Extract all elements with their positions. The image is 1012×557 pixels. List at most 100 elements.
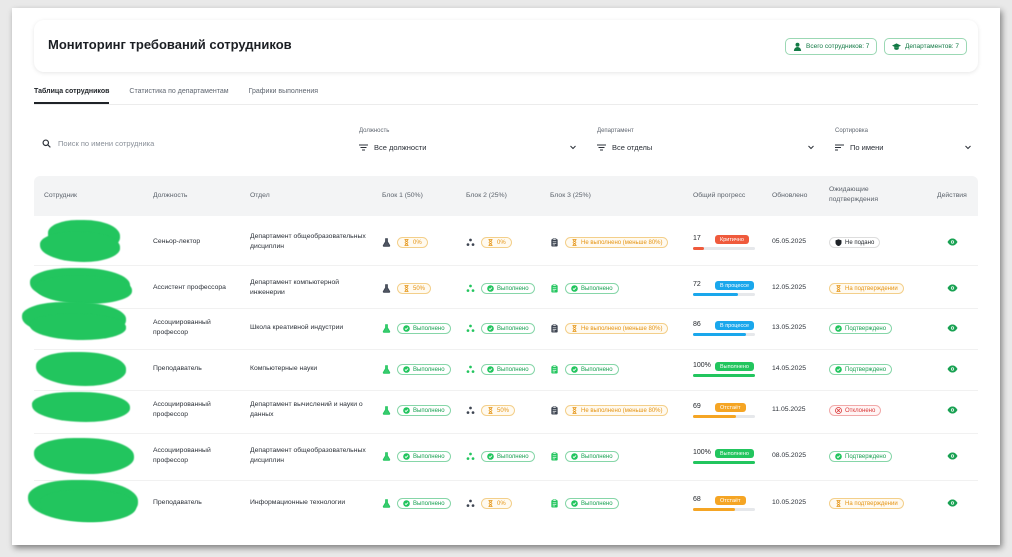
position-cell: Сеньор-лектор	[153, 238, 201, 245]
molecule-icon	[466, 238, 475, 246]
status-badge: Выполнено	[397, 364, 451, 375]
hourglass-icon	[836, 285, 841, 292]
clipboard-icon	[551, 284, 558, 293]
status-badge: Выполнено	[481, 283, 535, 294]
pending-cell: Отклонено	[829, 405, 882, 416]
block3-cell: Не выполнено (меньше 80%)	[550, 405, 669, 416]
tab-employees-table[interactable]: Таблица сотрудников	[34, 84, 110, 104]
status-text: 0%	[497, 500, 506, 507]
department-filter-select[interactable]: Все отделы	[597, 140, 815, 154]
departments-chip[interactable]: Департаментов: 7	[884, 38, 968, 55]
hourglass-icon	[572, 239, 577, 246]
pending-cell: Подтверждено	[829, 451, 893, 462]
status-badge: Не выполнено (меньше 80%)	[565, 405, 669, 416]
departments-label: Департаментов: 7	[905, 43, 960, 50]
progress-fill	[693, 333, 747, 336]
total-employees-chip[interactable]: Всего сотрудников: 7	[785, 38, 878, 55]
filter-lines-icon	[359, 144, 368, 150]
check-circle-icon	[403, 407, 410, 414]
eye-icon[interactable]	[947, 284, 958, 292]
clipboard-icon	[551, 499, 558, 508]
pending-cell: Не подано	[829, 237, 881, 248]
row-divider	[34, 308, 978, 309]
eye-icon[interactable]	[947, 406, 958, 414]
tab-bar: Таблица сотрудников Статистика по департ…	[34, 84, 338, 104]
status-text: Выполнено	[413, 366, 445, 373]
hourglass-icon	[572, 325, 577, 332]
chevron-down-icon	[965, 145, 971, 150]
updated-cell: 13.05.2025	[772, 324, 807, 331]
block2-cell: 50%	[466, 405, 516, 416]
search-icon	[42, 139, 51, 148]
flask-icon	[382, 452, 391, 461]
status-text: Не выполнено (меньше 80%)	[581, 239, 663, 246]
graduation-cap-icon	[892, 43, 901, 50]
pending-cell: На подтверждении	[829, 283, 904, 294]
status-badge: Выполнено	[565, 498, 619, 509]
status-text: Не подано	[845, 239, 875, 246]
progress-fill	[693, 247, 704, 250]
col-pending[interactable]: Ожидающие подтверждения	[829, 185, 899, 205]
col-block2[interactable]: Блок 2 (25%)	[466, 191, 507, 201]
col-position[interactable]: Должность	[153, 191, 187, 201]
status-badge: На подтверждении	[829, 498, 904, 509]
eye-icon[interactable]	[947, 365, 958, 373]
status-text: Выполнено	[413, 407, 445, 414]
pending-cell: На подтверждении	[829, 498, 904, 509]
row-divider	[34, 349, 978, 350]
eye-icon[interactable]	[947, 324, 958, 332]
block2-cell: Выполнено	[466, 364, 535, 375]
sort-select[interactable]: По имени	[835, 140, 972, 154]
molecule-icon	[466, 365, 475, 373]
eye-icon[interactable]	[947, 499, 958, 507]
block2-cell: Выполнено	[466, 283, 535, 294]
block2-cell: Выполнено	[466, 451, 535, 462]
eye-icon[interactable]	[947, 452, 958, 460]
block2-cell: Выполнено	[466, 323, 535, 334]
eye-icon[interactable]	[947, 238, 958, 246]
pending-cell: Подтверждено	[829, 323, 893, 334]
clipboard-icon	[551, 238, 558, 247]
status-badge: Выполнено	[565, 451, 619, 462]
col-progress[interactable]: Общий прогресс	[693, 191, 745, 201]
block1-cell: 0%	[382, 237, 428, 248]
updated-cell: 11.05.2025	[772, 406, 806, 413]
col-department[interactable]: Отдел	[250, 191, 270, 201]
search-placeholder: Поиск по имени сотрудника	[58, 139, 155, 148]
col-actions[interactable]: Действия	[937, 191, 967, 201]
status-badge: Выполнено	[481, 323, 535, 334]
col-block1[interactable]: Блок 1 (50%)	[382, 191, 423, 201]
col-updated[interactable]: Обновлено	[772, 191, 807, 201]
check-circle-icon	[571, 366, 578, 373]
status-text: Выполнено	[497, 325, 529, 332]
status-badge: Не подано	[829, 237, 881, 248]
sort-label: Сортировка	[835, 128, 868, 134]
status-text: Выполнено	[413, 453, 445, 460]
shield-icon	[835, 239, 842, 246]
block1-cell: Выполнено	[382, 498, 451, 509]
hourglass-icon	[404, 239, 409, 246]
progress-fill	[693, 293, 738, 296]
tab-completion-charts[interactable]: Графики выполнения	[249, 84, 318, 104]
department-cell: Департамент вычислений и науки о данных	[250, 401, 363, 418]
molecule-icon	[466, 324, 475, 332]
position-filter-select[interactable]: Все должности	[359, 140, 577, 154]
search-input[interactable]: Поиск по имени сотрудника	[42, 139, 154, 148]
status-text: На подтверждении	[845, 285, 898, 292]
tab-department-stats[interactable]: Статистика по департаментам	[129, 84, 228, 104]
block1-cell: Выполнено	[382, 405, 451, 416]
flask-icon	[382, 324, 391, 333]
status-text: Не выполнено (меньше 80%)	[581, 407, 663, 414]
progress-fill	[693, 508, 736, 511]
block3-cell: Не выполнено (меньше 80%)	[550, 237, 669, 248]
status-badge: Выполнено	[397, 405, 451, 416]
check-circle-icon	[835, 453, 842, 460]
molecule-icon	[466, 284, 475, 292]
clipboard-icon	[551, 324, 558, 333]
progress-value: 86	[693, 321, 701, 328]
col-employee[interactable]: Сотрудник	[44, 191, 77, 201]
status-badge: Выполнено	[565, 283, 619, 294]
position-cell: Ассоциированный профессор	[153, 447, 211, 464]
person-icon	[793, 42, 802, 51]
col-block3[interactable]: Блок 3 (25%)	[550, 191, 591, 201]
